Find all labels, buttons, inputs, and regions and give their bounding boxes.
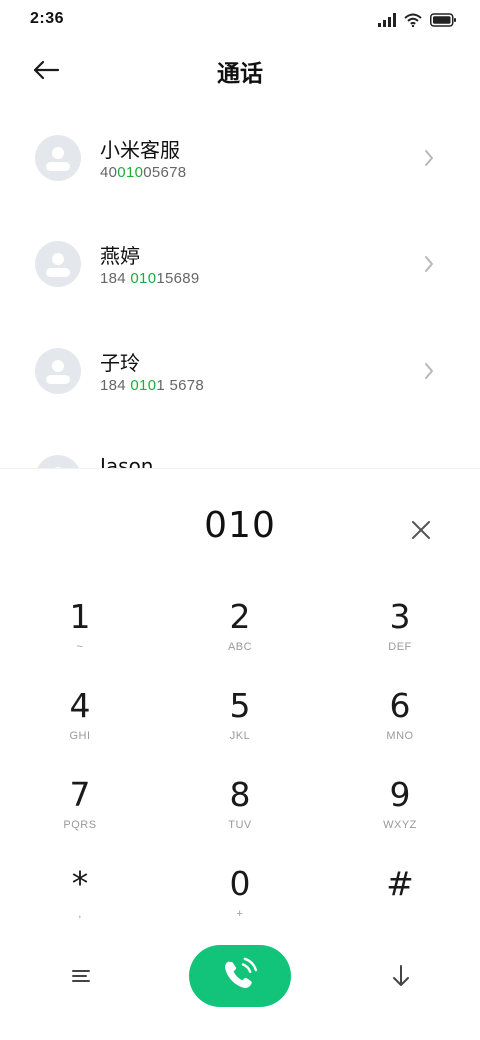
chevron-right-icon — [425, 150, 433, 166]
key-star[interactable]: * , — [20, 864, 140, 944]
signal-icon — [378, 13, 396, 27]
key-3[interactable]: 3 DEF — [340, 597, 460, 677]
status-time: 2:36 — [30, 10, 65, 27]
dialpad-panel: 010 1 ~ 2 ABC 3 DEF 4 GHI 5 JKL 6 MNO 7 … — [0, 468, 480, 1040]
contact-name: 燕婷 — [100, 244, 140, 268]
status-bar: 2:36 — [0, 0, 480, 40]
avatar — [35, 135, 81, 181]
contact-name: 子玲 — [100, 351, 140, 375]
chevron-right-icon — [425, 256, 433, 272]
avatar — [35, 241, 81, 287]
match-highlight: 010 — [130, 377, 157, 394]
header: 通话 — [0, 40, 480, 100]
contact-item-1[interactable]: 小米客服 4001005678 — [0, 100, 480, 206]
status-icons — [378, 12, 456, 28]
chevron-right-icon — [425, 363, 433, 379]
avatar — [35, 348, 81, 394]
key-hash[interactable]: # — [340, 864, 460, 944]
clear-button[interactable] — [404, 513, 438, 547]
person-icon — [46, 253, 70, 277]
wifi-icon — [404, 13, 422, 27]
key-9[interactable]: 9 WXYZ — [340, 775, 460, 855]
close-icon — [412, 521, 430, 539]
contact-name: 小米客服 — [100, 138, 180, 162]
key-5[interactable]: 5 JKL — [180, 686, 300, 766]
person-icon — [46, 360, 70, 384]
contact-item-2[interactable]: 燕婷 184 01015689 — [0, 206, 480, 312]
key-2[interactable]: 2 ABC — [180, 597, 300, 677]
menu-button[interactable] — [66, 961, 96, 991]
person-icon — [46, 147, 70, 171]
page-title: 通话 — [217, 61, 263, 87]
key-4[interactable]: 4 GHI — [20, 686, 140, 766]
key-6[interactable]: 6 MNO — [340, 686, 460, 766]
contact-item-4[interactable]: Jason — [0, 420, 480, 470]
dialpad-actions — [0, 945, 480, 1007]
contact-list[interactable]: 小米客服 4001005678 燕婷 184 01015689 子玲 184 0… — [0, 100, 480, 470]
match-highlight: 010 — [130, 270, 157, 287]
key-0[interactable]: 0 + — [180, 864, 300, 944]
key-1[interactable]: 1 ~ — [20, 597, 140, 677]
contact-number: 4001005678 — [100, 164, 187, 181]
battery-icon — [430, 13, 456, 27]
phone-icon — [225, 957, 258, 988]
key-7[interactable]: 7 PQRS — [20, 775, 140, 855]
contact-number: 184 01015689 — [100, 270, 200, 287]
menu-lines-icon — [72, 970, 90, 982]
arrow-down-icon — [393, 965, 409, 986]
contact-item-3[interactable]: 子玲 184 0101 5678 — [0, 313, 480, 419]
collapse-dialpad-button[interactable] — [386, 959, 416, 993]
call-button[interactable] — [189, 945, 291, 1007]
key-8[interactable]: 8 TUV — [180, 775, 300, 855]
contact-number: 184 0101 5678 — [100, 377, 205, 394]
match-highlight: 010 — [117, 164, 144, 181]
